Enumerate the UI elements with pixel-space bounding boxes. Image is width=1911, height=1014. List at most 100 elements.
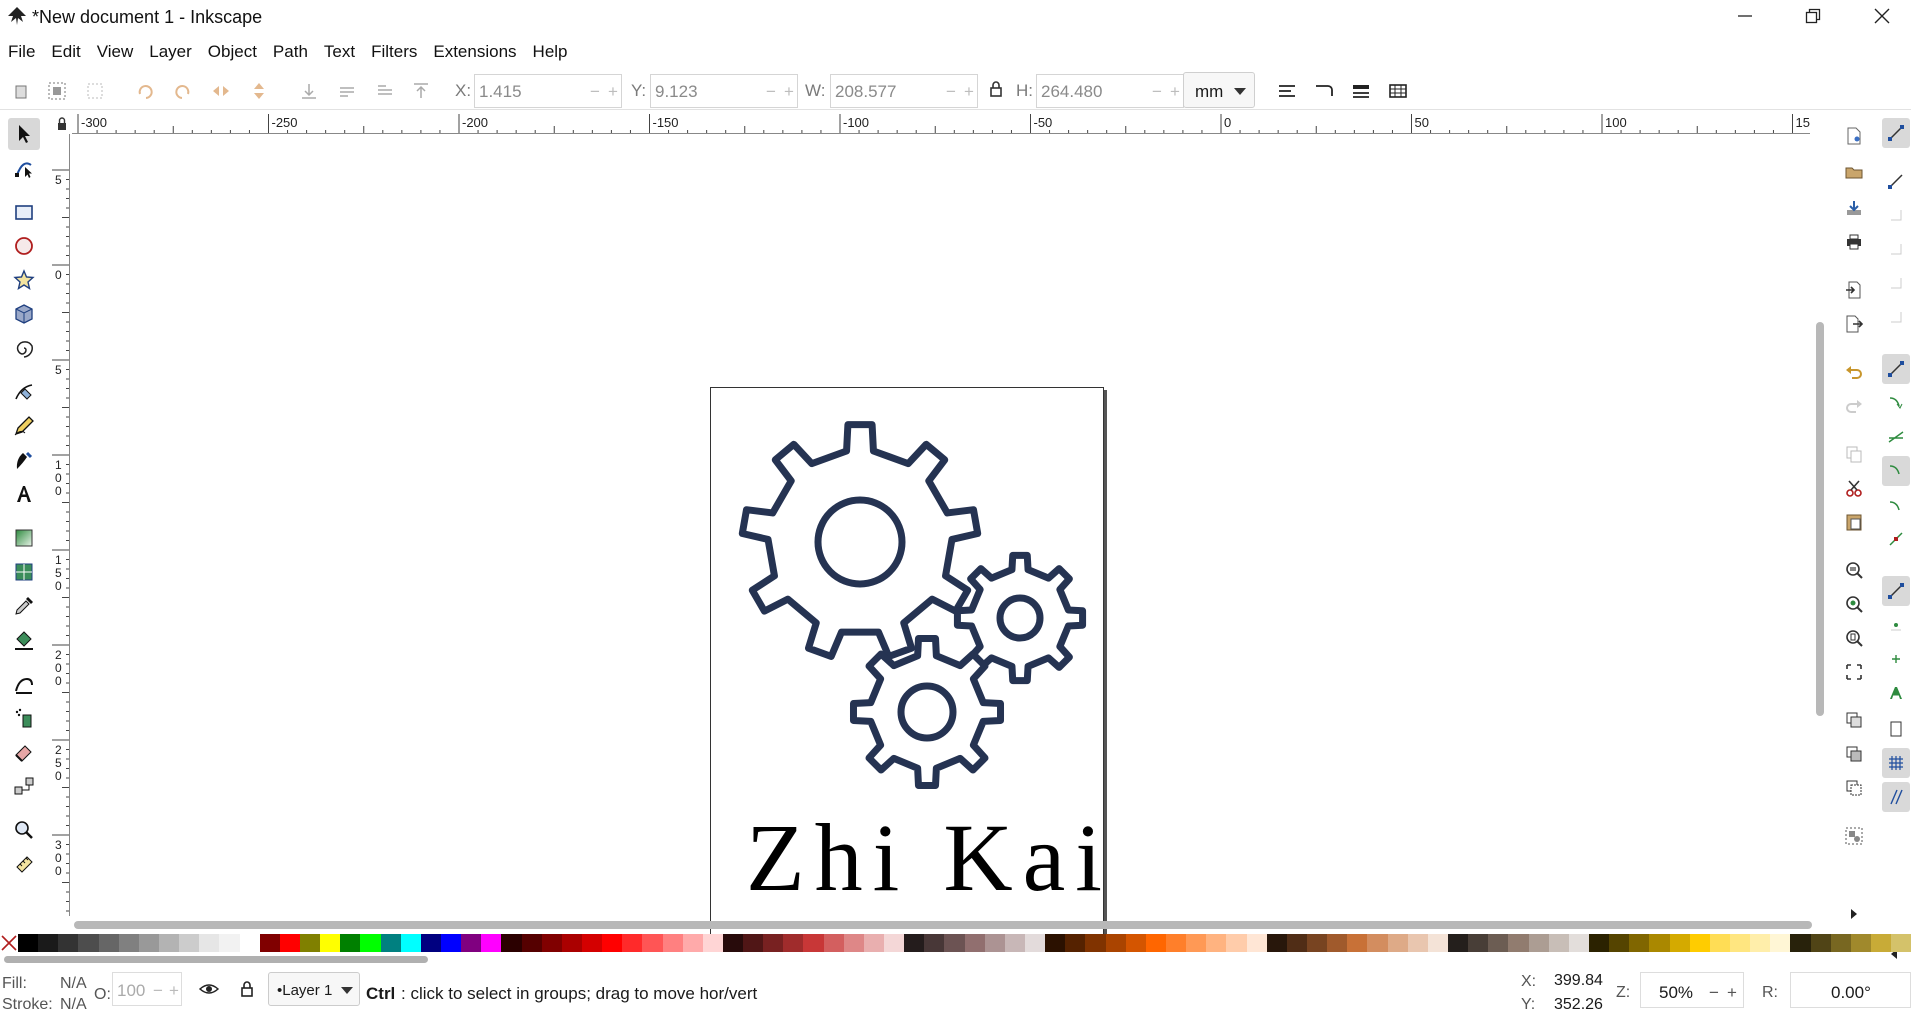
duplicate-icon[interactable] [1844, 710, 1864, 730]
snap-bbox-corner[interactable] [1882, 234, 1910, 264]
palette-swatch[interactable] [1568, 934, 1589, 952]
snap-page-border[interactable] [1882, 714, 1910, 744]
star-tool[interactable] [8, 264, 40, 296]
palette-swatch[interactable] [541, 934, 562, 952]
rotate-cw-icon[interactable] [172, 80, 194, 102]
palette-swatch[interactable] [843, 934, 864, 952]
select-all-icon[interactable] [10, 80, 32, 102]
x-increment[interactable]: + [608, 82, 618, 102]
snap-object-midpoints[interactable] [1882, 610, 1910, 640]
palette-swatch[interactable] [1629, 934, 1650, 952]
print-icon[interactable] [1844, 232, 1864, 252]
palette-swatch[interactable] [783, 934, 804, 952]
3d-box-tool[interactable] [8, 298, 40, 330]
transform-patterns-icon[interactable] [1387, 80, 1409, 102]
palette-swatch[interactable] [1891, 934, 1911, 952]
palette-swatch[interactable] [1004, 934, 1026, 952]
palette-swatch[interactable] [1830, 934, 1851, 952]
scale-stroke-icon[interactable] [1276, 80, 1298, 102]
snap-line-midpoints[interactable] [1882, 524, 1910, 554]
palette-swatch[interactable] [78, 934, 99, 952]
palette-swatch[interactable] [320, 934, 341, 952]
palette-swatch[interactable] [1085, 934, 1106, 952]
menu-path[interactable]: Path [265, 36, 316, 66]
palette-swatch[interactable] [259, 934, 280, 952]
palette-swatch[interactable] [1870, 934, 1892, 952]
palette-swatch[interactable] [561, 934, 582, 952]
transform-gradients-icon[interactable] [1350, 80, 1372, 102]
palette-swatch[interactable] [884, 934, 905, 952]
cut-icon[interactable] [1844, 478, 1864, 498]
menu-text[interactable]: Text [316, 36, 363, 66]
menu-file[interactable]: File [0, 36, 43, 66]
palette-swatch[interactable] [380, 934, 401, 952]
x-field[interactable]: 1.415 − + [474, 74, 622, 108]
palette-swatch[interactable] [602, 934, 623, 952]
zoom-in[interactable]: + [1727, 983, 1737, 1003]
palette-swatch[interactable] [722, 934, 744, 952]
palette-swatch[interactable] [1025, 934, 1046, 952]
palette-swatch[interactable] [1226, 934, 1247, 952]
menu-edit[interactable]: Edit [43, 36, 88, 66]
gradient-tool[interactable] [8, 522, 40, 554]
menu-filters[interactable]: Filters [363, 36, 425, 66]
deselect-icon[interactable] [84, 80, 106, 102]
paint-bucket-tool[interactable] [8, 624, 40, 656]
w-decrement[interactable]: − [946, 82, 956, 102]
palette-swatch[interactable] [400, 934, 421, 952]
zoom-tool[interactable] [8, 814, 40, 846]
spray-tool[interactable] [8, 702, 40, 734]
raise-to-top-icon[interactable] [410, 80, 432, 102]
palette-swatch[interactable] [38, 934, 59, 952]
node-tool[interactable] [8, 152, 40, 184]
palette-swatch[interactable] [904, 934, 925, 952]
snap-intersections[interactable] [1882, 422, 1910, 452]
palette-swatch[interactable] [1145, 934, 1167, 952]
layer-visibility-eye-icon[interactable] [198, 978, 220, 1000]
y-field[interactable]: 9.123 − + [650, 74, 798, 108]
new-document-icon[interactable] [1844, 126, 1864, 146]
group-icon[interactable] [1844, 826, 1864, 846]
palette-swatch[interactable] [1045, 934, 1066, 952]
unlink-clone-icon[interactable] [1844, 778, 1864, 798]
x-decrement[interactable]: − [590, 82, 600, 102]
spiral-tool[interactable] [8, 332, 40, 364]
palette-swatch[interactable] [1447, 934, 1469, 952]
palette-swatch[interactable] [1186, 934, 1207, 952]
drawing-canvas[interactable]: Zhi Kai [70, 134, 1810, 943]
palette-swatch[interactable] [1488, 934, 1509, 952]
layer-dropdown[interactable]: •Layer 1 [268, 972, 360, 1006]
unit-dropdown[interactable]: mm [1183, 72, 1255, 108]
zoom-out[interactable]: − [1709, 983, 1719, 1003]
lower-icon[interactable] [336, 80, 358, 102]
palette-swatch[interactable] [1689, 934, 1710, 952]
fill-value[interactable]: N/A [60, 975, 87, 993]
close-button[interactable] [1853, 0, 1911, 32]
menu-view[interactable]: View [89, 36, 142, 66]
palette-swatch[interactable] [823, 934, 844, 952]
palette-swatch[interactable] [360, 934, 381, 952]
snap-grids[interactable] [1882, 748, 1910, 778]
palette-scrollbar[interactable] [0, 954, 1911, 964]
snap-others[interactable] [1882, 576, 1910, 606]
menu-object[interactable]: Object [200, 36, 265, 66]
zoom-page-width-icon[interactable] [1844, 662, 1864, 682]
tweak-tool[interactable] [8, 668, 40, 700]
palette-swatch[interactable] [1246, 934, 1267, 952]
palette-swatch[interactable] [98, 934, 119, 952]
menu-extensions[interactable]: Extensions [425, 36, 524, 66]
rotation-field[interactable]: 0.00° [1790, 972, 1911, 1008]
palette-swatch[interactable] [1065, 934, 1086, 952]
minimize-button[interactable] [1716, 0, 1774, 32]
copy-icon[interactable] [1844, 444, 1864, 464]
snap-text-baseline[interactable] [1882, 678, 1910, 708]
snap-bbox-center[interactable] [1882, 302, 1910, 332]
palette-swatch[interactable] [1810, 934, 1831, 952]
palette-swatch[interactable] [1347, 934, 1368, 952]
palette-swatch[interactable] [461, 934, 482, 952]
save-icon[interactable] [1844, 198, 1864, 218]
y-increment[interactable]: + [784, 82, 794, 102]
palette-swatch[interactable] [279, 934, 300, 952]
connector-tool[interactable] [8, 770, 40, 802]
palette-swatch[interactable] [1407, 934, 1428, 952]
